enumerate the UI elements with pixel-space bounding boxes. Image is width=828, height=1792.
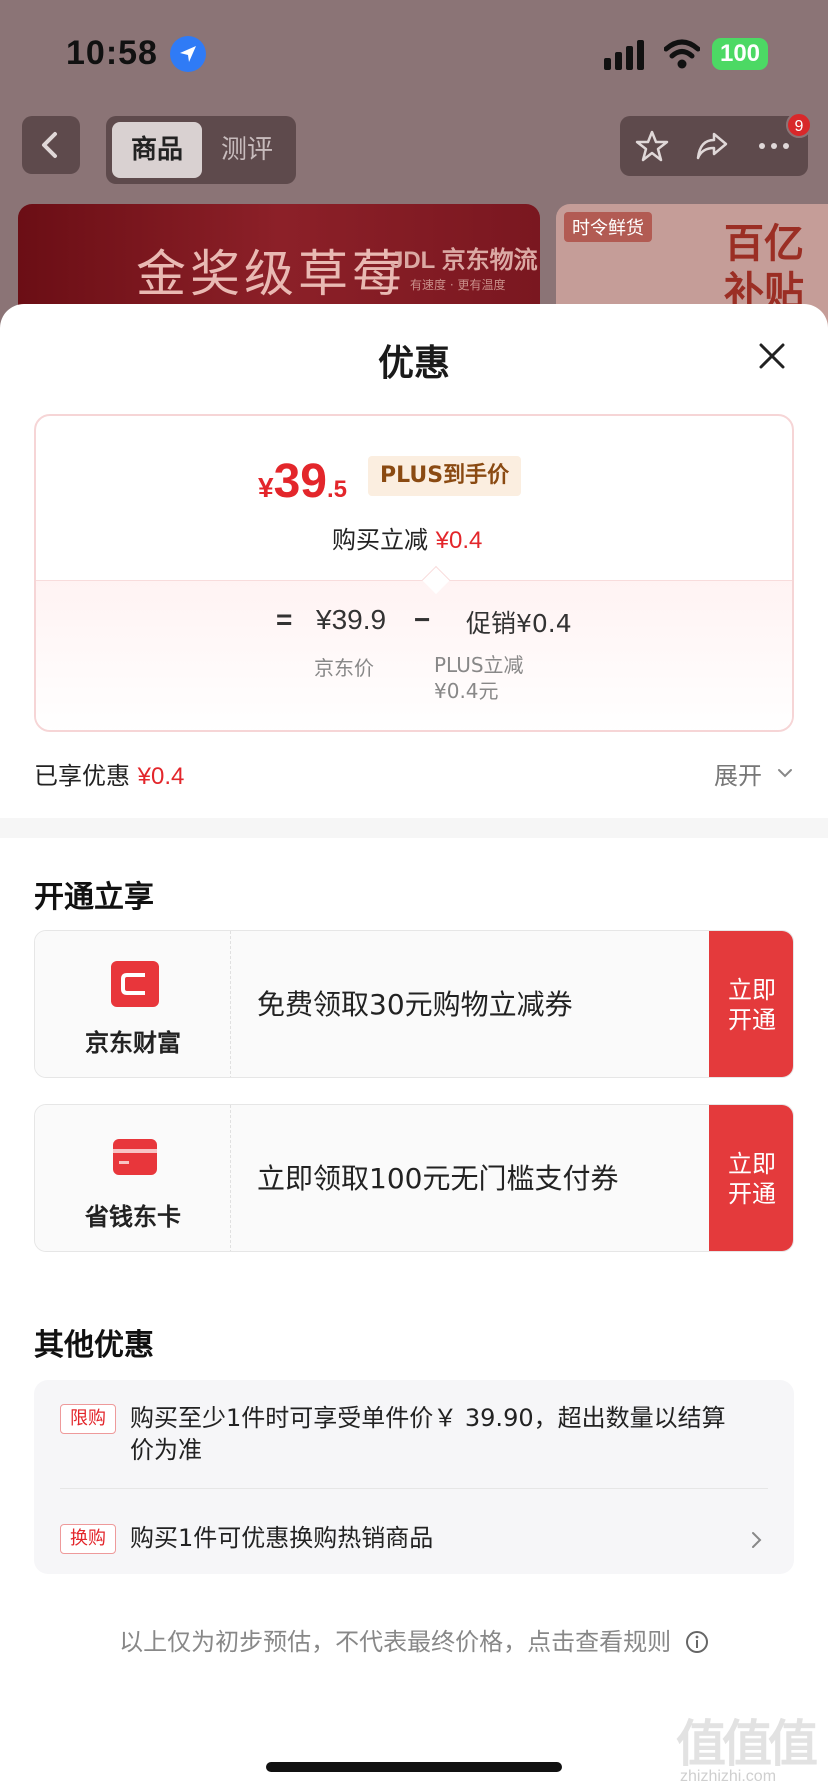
jdl-logo: JDL 京东物流 (390, 247, 538, 274)
jd-price-caption: 京东价 (314, 656, 374, 680)
open-card-saver[interactable]: 省钱东卡 立即领取100元无门槛支付券 立即 开通 (34, 1104, 794, 1252)
banner-subsidy-title: 百亿补贴 (724, 221, 804, 315)
banner-subtitle: 有速度 · 更有温度 (410, 278, 506, 292)
chevron-right-icon[interactable] (750, 1530, 764, 1550)
watermark-url: zhizhizhi.com (680, 1768, 777, 1785)
button-line: 开通 (728, 1180, 776, 1208)
watermark-logo: 值值值 (676, 1715, 818, 1773)
banner-tag: 时令鲜货 (564, 212, 652, 242)
exchange-tag: 换购 (60, 1524, 116, 1554)
jd-price: ¥39.9 (316, 604, 387, 635)
tab-switcher: 商品 测评 (106, 116, 296, 184)
location-icon (170, 36, 206, 72)
disclaimer[interactable]: 以上仅为初步预估，不代表最终价格，点击查看规则 (0, 1622, 828, 1657)
plus-caption-line2: ¥0.4元 (434, 679, 499, 703)
limit-offer-line2: 价为准 (130, 1436, 202, 1464)
divider (60, 1488, 768, 1489)
formula-minus: − (414, 604, 431, 635)
expand-button[interactable]: 展开 (714, 756, 762, 791)
banner-title: 金奖级草莓 (136, 245, 406, 303)
card-brand-name: 省钱东卡 (85, 1203, 181, 1231)
back-button[interactable] (22, 116, 80, 174)
battery-icon: 100 (712, 38, 768, 70)
share-icon[interactable] (694, 128, 730, 164)
saver-card-icon (113, 1139, 157, 1175)
enjoyed-value: ¥0.4 (137, 763, 185, 790)
wifi-icon (664, 39, 700, 69)
tab-review[interactable]: 测评 (202, 122, 292, 178)
close-icon[interactable] (752, 336, 792, 376)
price-currency: ¥ (258, 472, 274, 503)
direct-discount-line: 购买立减 ¥0.4 (332, 520, 482, 555)
card-brand-area: 京东财富 (35, 931, 231, 1077)
exchange-offer-text[interactable]: 购买1件可优惠换购热销商品 (130, 1522, 433, 1554)
enjoyed-discount: 已享优惠 ¥0.4 (34, 756, 184, 791)
price-integer: 39 (273, 455, 327, 508)
sheet-title: 优惠 (377, 343, 450, 384)
tab-product[interactable]: 商品 (112, 122, 202, 178)
button-line: 立即 (728, 976, 776, 1004)
button-line: 立即 (728, 1150, 776, 1178)
button-line: 开通 (728, 1006, 776, 1034)
home-indicator (266, 1762, 562, 1772)
limit-offer-text: 购买至少1件时可享受单件价￥ 39.90，超出数量以结算 价为准 (130, 1402, 726, 1466)
other-offers: 限购 购买至少1件时可享受单件价￥ 39.90，超出数量以结算 价为准 换购 购… (34, 1380, 794, 1574)
open-now-button[interactable]: 立即 开通 (709, 1105, 793, 1251)
signal-icon (604, 40, 644, 70)
price-decimal: .5 (326, 476, 347, 503)
limit-offer-line1: 购买至少1件时可享受单件价￥ 39.90，超出数量以结算 (130, 1404, 726, 1432)
open-card-wealth[interactable]: 京东财富 免费领取30元购物立减券 立即 开通 (34, 930, 794, 1078)
price-breakdown-area (36, 580, 792, 730)
open-section-title: 开通立享 (34, 880, 154, 915)
card-brand-name: 京东财富 (85, 1029, 181, 1057)
direct-discount-value: ¥0.4 (435, 527, 483, 554)
direct-discount-label: 购买立减 (332, 526, 436, 554)
back-icon (42, 132, 57, 158)
card-brand-area: 省钱东卡 (35, 1105, 231, 1251)
card-offer-text: 免费领取30元购物立减券 (257, 988, 573, 1021)
status-bar: 10:58 100 (0, 0, 828, 108)
notification-badge: 9 (786, 112, 812, 138)
status-time: 10:58 (66, 34, 158, 72)
nav-bar: 商品 测评 9 (0, 112, 828, 184)
limit-tag: 限购 (60, 1404, 116, 1434)
star-icon[interactable] (634, 128, 670, 164)
final-price: ¥39.5 (258, 454, 347, 509)
promo-amount: 促销¥0.4 (466, 609, 572, 638)
formula-equals: = (276, 604, 293, 635)
plus-price-tag: PLUS到手价 (368, 456, 522, 496)
price-card: ¥39.5 PLUS到手价 购买立减 ¥0.4 = ¥39.9 − 促销¥0.4… (34, 414, 794, 732)
card-offer-text: 立即领取100元无门槛支付券 (257, 1162, 619, 1195)
info-icon[interactable] (685, 1630, 709, 1654)
action-group (620, 116, 808, 176)
plus-discount-caption: PLUS立减 ¥0.4元 (434, 652, 574, 704)
disclaimer-text: 以上仅为初步预估，不代表最终价格，点击查看规则 (119, 1628, 672, 1656)
jd-wealth-logo-icon (111, 961, 159, 1007)
other-section-title: 其他优惠 (34, 1328, 154, 1363)
enjoyed-label: 已享优惠 (34, 762, 138, 790)
plus-caption-line1: PLUS立减 (434, 653, 524, 677)
open-now-button[interactable]: 立即 开通 (709, 931, 793, 1077)
section-divider (0, 818, 828, 838)
chevron-down-icon[interactable] (776, 764, 794, 782)
more-icon[interactable] (756, 128, 792, 164)
discount-sheet: 优惠 ¥39.5 PLUS到手价 购买立减 ¥0.4 = ¥39.9 − 促销¥… (0, 304, 828, 1792)
